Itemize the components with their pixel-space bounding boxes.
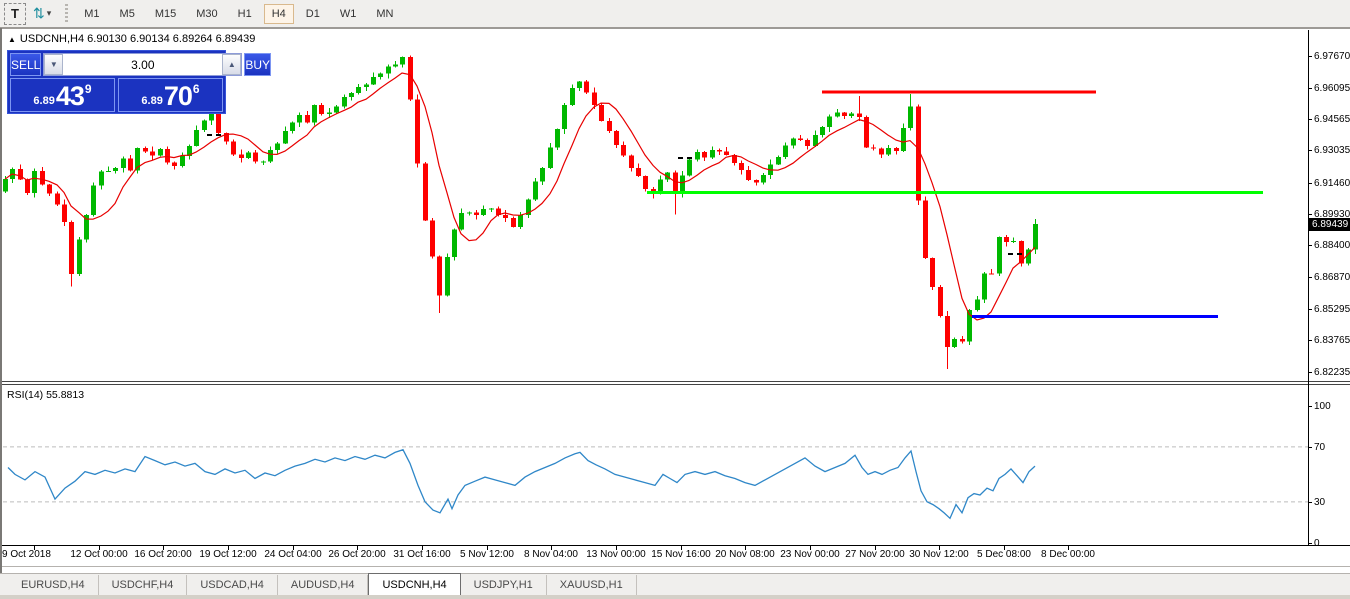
chart-shift-icon: ⇅ — [33, 5, 45, 22]
window-left-border — [0, 28, 2, 599]
timeframe-button-h1[interactable]: H1 — [230, 4, 260, 24]
rsi-axis-tick — [1308, 406, 1312, 407]
sell-price-box[interactable]: 6.89 43 9 — [10, 78, 115, 112]
rsi-pane — [3, 447, 1308, 518]
price-axis-label: 6.91460 — [1314, 178, 1350, 189]
price-axis-label: 6.94565 — [1314, 114, 1350, 125]
time-axis-label: 8 Nov 04:00 — [524, 549, 578, 560]
current-price-badge: 6.89439 — [1309, 218, 1350, 231]
time-axis-label: 27 Nov 20:00 — [845, 549, 905, 560]
price-axis-label: 6.85295 — [1314, 304, 1350, 315]
mt4-window: T ⇅ ▾ M1M5M15M30H1H4D1W1MN ▲ USDCNH,H4 6.… — [0, 0, 1350, 599]
toolbar-grip — [65, 4, 68, 24]
volume-input[interactable] — [63, 54, 222, 75]
rsi-axis-tick — [1308, 543, 1312, 544]
price-axis-label: 6.96095 — [1314, 83, 1350, 94]
time-axis-label: 5 Dec 08:00 — [977, 549, 1031, 560]
time-axis-label: 9 Oct 2018 — [2, 549, 51, 560]
time-axis-label: 30 Nov 12:00 — [909, 549, 969, 560]
symbol-header: ▲ USDCNH,H4 6.90130 6.90134 6.89264 6.894… — [8, 33, 255, 45]
rsi-indicator-label: RSI(14) 55.8813 — [7, 389, 84, 401]
rsi-axis-tick — [1308, 447, 1312, 448]
price-axis-label: 6.97670 — [1314, 51, 1350, 62]
chart-shift-button[interactable]: ⇅ ▾ — [28, 3, 56, 25]
timeframe-group: M1M5M15M30H1H4D1W1MN — [74, 4, 403, 24]
volume-decrease-button[interactable]: ▼ — [44, 54, 63, 75]
buy-price-point: 6 — [193, 82, 200, 96]
rsi-line — [8, 450, 1035, 519]
chart-tab-usdjpy-h1[interactable]: USDJPY,H1 — [461, 575, 547, 595]
volume-stepper: ▼ ▲ — [43, 53, 242, 76]
text-tool-button[interactable]: T — [4, 3, 26, 25]
horizontal-lines[interactable] — [647, 92, 1263, 317]
rsi-axis-label: 0 — [1314, 538, 1320, 549]
price-axis-tick — [1308, 214, 1312, 215]
timeframe-button-w1[interactable]: W1 — [332, 4, 365, 24]
time-axis-label: 13 Nov 00:00 — [586, 549, 646, 560]
price-axis-tick — [1308, 56, 1312, 57]
rsi-axis-label: 70 — [1314, 442, 1325, 453]
price-axis-label: 6.88400 — [1314, 240, 1350, 251]
time-axis-label: 23 Nov 00:00 — [780, 549, 840, 560]
time-axis-label: 19 Oct 12:00 — [199, 549, 256, 560]
chart-tab-eurusd-h4[interactable]: EURUSD,H4 — [8, 575, 99, 595]
buy-price-box[interactable]: 6.89 70 6 — [118, 78, 223, 112]
sell-price-prefix: 6.89 — [33, 95, 54, 107]
price-axis-tick — [1308, 277, 1312, 278]
timeframe-button-m15[interactable]: M15 — [147, 4, 184, 24]
symbol-header-text: USDCNH,H4 6.90130 6.90134 6.89264 6.8943… — [20, 33, 255, 45]
collapse-triangle-icon: ▲ — [8, 35, 16, 44]
sell-button[interactable]: SELL — [10, 53, 41, 76]
time-axis-label: 5 Nov 12:00 — [460, 549, 514, 560]
time-axis-label: 26 Oct 20:00 — [328, 549, 385, 560]
price-axis-tick — [1308, 119, 1312, 120]
rsi-axis-label: 100 — [1314, 401, 1331, 412]
dashed-trendline-marks — [207, 135, 1022, 254]
price-axis-tick — [1308, 183, 1312, 184]
sell-price-pips: 43 — [56, 83, 84, 110]
toolbar: T ⇅ ▾ M1M5M15M30H1H4D1W1MN — [0, 0, 1350, 28]
chart-tab-bar: EURUSD,H4USDCHF,H4USDCAD,H4AUDUSD,H4USDC… — [0, 573, 1350, 595]
chart-tab-usdcnh-h4[interactable]: USDCNH,H4 — [368, 573, 460, 595]
chart-tab-usdchf-h4[interactable]: USDCHF,H4 — [99, 575, 188, 595]
price-axis-tick — [1308, 150, 1312, 151]
chart-tab-audusd-h4[interactable]: AUDUSD,H4 — [278, 575, 369, 595]
text-tool-icon: T — [11, 6, 19, 21]
time-axis-label: 31 Oct 16:00 — [393, 549, 450, 560]
buy-price-pips: 70 — [164, 83, 192, 110]
volume-increase-button[interactable]: ▲ — [222, 54, 241, 75]
price-axis-tick — [1308, 372, 1312, 373]
sell-price-point: 9 — [85, 82, 92, 96]
price-axis-label: 6.86870 — [1314, 272, 1350, 283]
time-axis-label: 20 Nov 08:00 — [715, 549, 775, 560]
time-axis-label: 16 Oct 20:00 — [134, 549, 191, 560]
chevron-down-icon: ▾ — [47, 8, 52, 19]
price-axis-tick — [1308, 88, 1312, 89]
chart-tab-xauusd-h1[interactable]: XAUUSD,H1 — [547, 575, 637, 595]
status-strip — [0, 595, 1350, 599]
timeframe-button-m1[interactable]: M1 — [76, 4, 107, 24]
rsi-axis-tick — [1308, 502, 1312, 503]
buy-button[interactable]: BUY — [244, 53, 271, 76]
price-axis-tick — [1308, 309, 1312, 310]
price-axis-label: 6.93035 — [1314, 145, 1350, 156]
timeframe-button-m5[interactable]: M5 — [112, 4, 143, 24]
timeframe-button-m30[interactable]: M30 — [188, 4, 225, 24]
chart-tab-usdcad-h4[interactable]: USDCAD,H4 — [187, 575, 278, 595]
time-axis-label: 24 Oct 04:00 — [264, 549, 321, 560]
time-axis-label: 15 Nov 16:00 — [651, 549, 711, 560]
timeframe-button-h4[interactable]: H4 — [264, 4, 294, 24]
timeframe-button-d1[interactable]: D1 — [298, 4, 328, 24]
price-axis-tick — [1308, 245, 1312, 246]
price-axis-label: 6.82235 — [1314, 367, 1350, 378]
price-axis-tick — [1308, 340, 1312, 341]
time-axis-label: 8 Dec 00:00 — [1041, 549, 1095, 560]
buy-price-prefix: 6.89 — [141, 95, 162, 107]
price-axis-label: 6.83765 — [1314, 335, 1350, 346]
one-click-trade-panel: SELL ▼ ▲ BUY 6.89 43 9 6.89 70 6 — [7, 50, 226, 114]
timeframe-button-mn[interactable]: MN — [368, 4, 401, 24]
time-axis-label: 12 Oct 00:00 — [70, 549, 127, 560]
rsi-axis-label: 30 — [1314, 497, 1325, 508]
